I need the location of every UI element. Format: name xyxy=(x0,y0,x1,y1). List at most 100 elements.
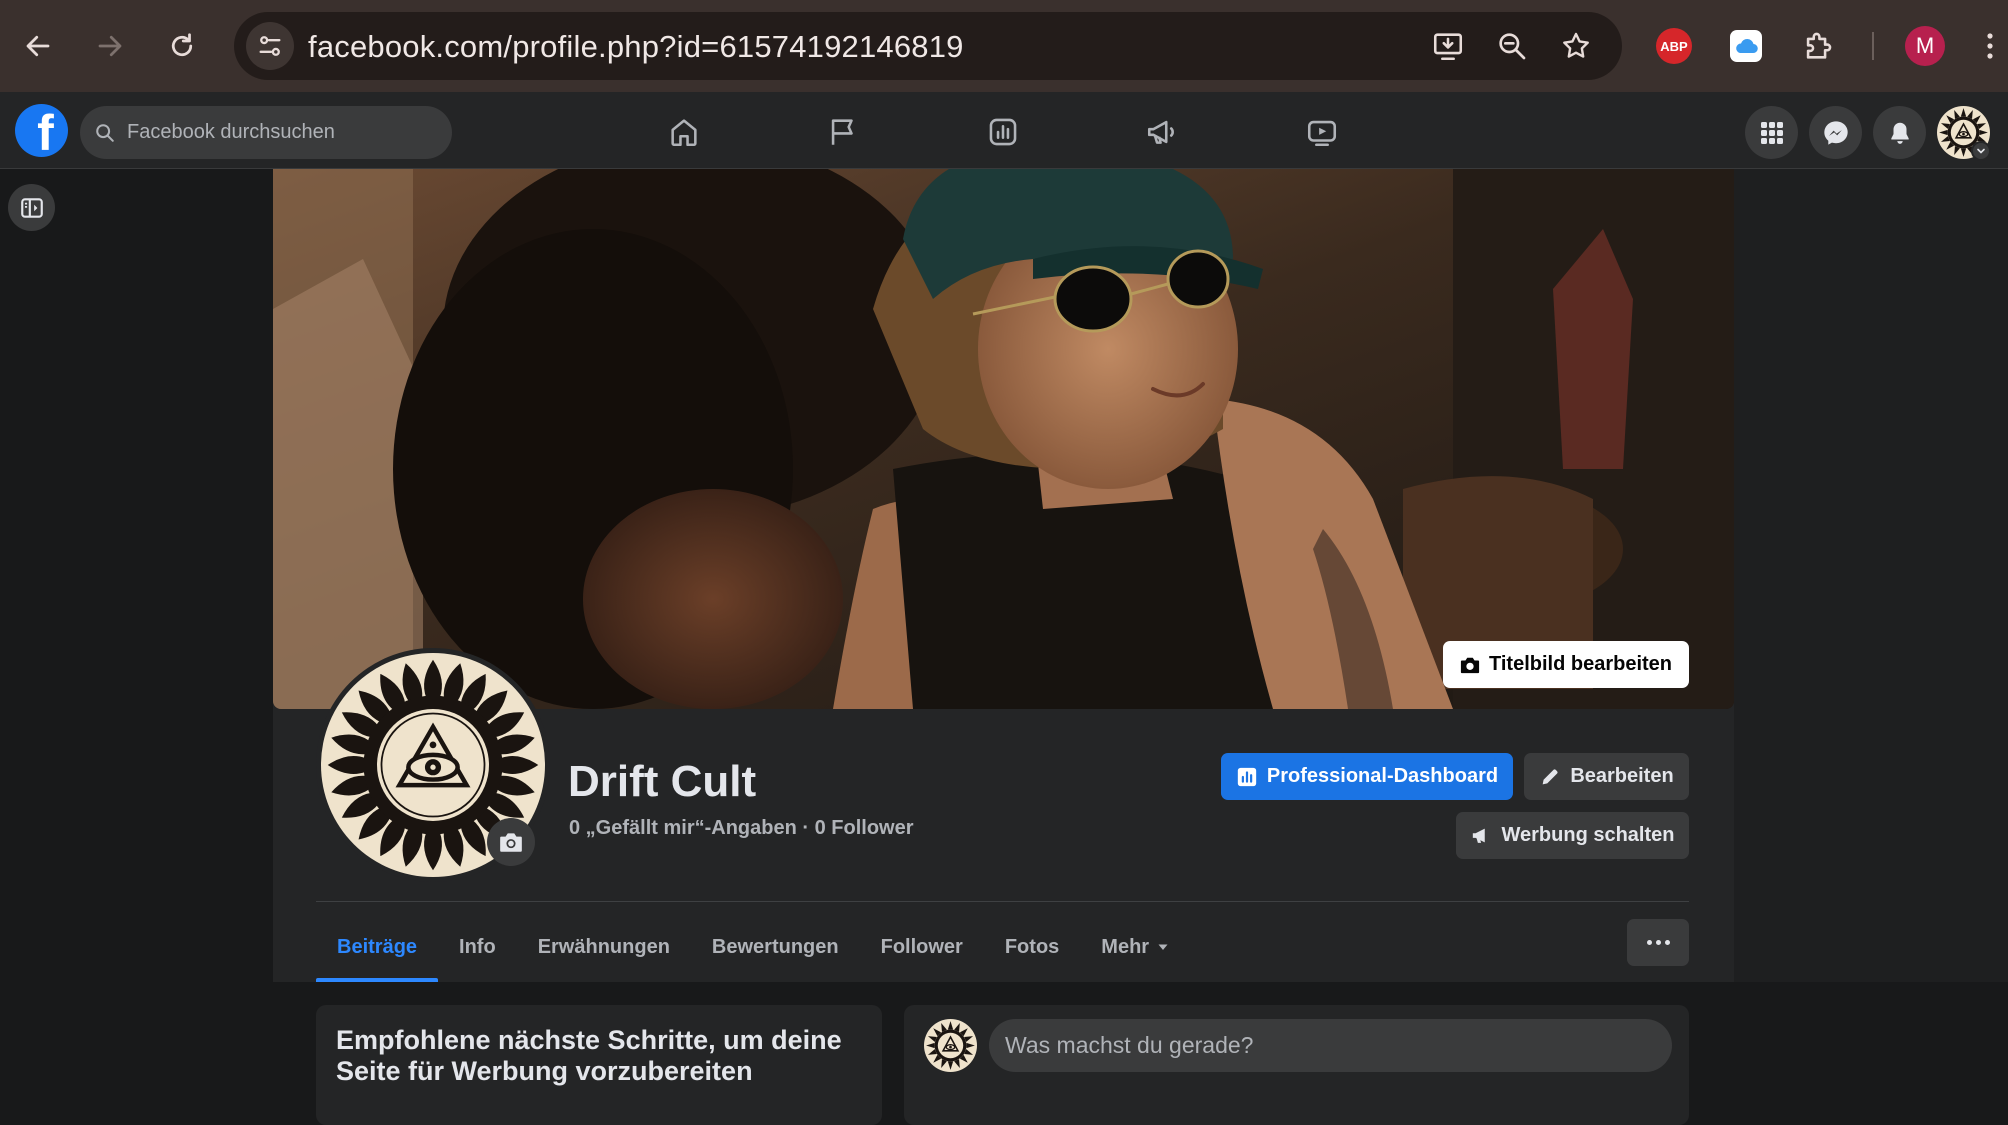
advertise-button[interactable]: Werbung schalten xyxy=(1456,812,1689,859)
bell-icon xyxy=(1890,122,1909,144)
edit-page-label: Bearbeiten xyxy=(1570,765,1674,787)
panel-toggle-icon xyxy=(20,197,43,218)
video-icon xyxy=(1307,120,1337,147)
zoom-out-icon xyxy=(1499,33,1526,60)
professional-dashboard-button[interactable]: Professional-Dashboard xyxy=(1221,753,1513,800)
page-title: Drift Cult xyxy=(568,757,757,806)
tab-more-label: Mehr xyxy=(1101,935,1150,958)
pencil-icon xyxy=(1542,769,1558,784)
kebab-menu-icon xyxy=(1987,33,1993,59)
facebook-header: f Facebook durchsuchen xyxy=(0,92,2008,169)
facebook-logo-letter: f xyxy=(37,105,54,157)
edit-page-button[interactable]: Bearbeiten xyxy=(1524,753,1689,800)
sidebar-toggle-button[interactable] xyxy=(8,184,55,231)
browser-toolbar: facebook.com/profile.php?id=615741921468… xyxy=(0,0,2008,92)
insights-icon xyxy=(1237,767,1257,786)
install-icon xyxy=(1433,33,1463,61)
home-icon xyxy=(671,119,697,147)
profile-initial: M xyxy=(1905,26,1945,66)
camera-icon xyxy=(500,833,522,852)
site-info-button[interactable] xyxy=(246,22,294,70)
insights-icon xyxy=(989,118,1017,146)
messenger-icon xyxy=(1823,120,1848,145)
messenger-button[interactable] xyxy=(1809,106,1862,159)
megaphone-icon xyxy=(1147,120,1174,144)
right-gutter xyxy=(1734,169,2008,982)
back-button[interactable] xyxy=(14,22,62,70)
search-icon xyxy=(96,124,114,142)
install-app-button[interactable] xyxy=(1430,28,1466,64)
forward-arrow-icon xyxy=(98,35,122,57)
cover-photo-image xyxy=(273,169,1734,709)
tab-followers-label: Follower xyxy=(880,935,963,958)
camera-icon xyxy=(1460,657,1480,673)
left-gutter xyxy=(0,169,273,982)
composer-input[interactable]: Was machst du gerade? xyxy=(989,1019,1672,1072)
megaphone-icon xyxy=(1472,828,1485,843)
tab-info[interactable]: Info xyxy=(438,912,517,982)
header-divider xyxy=(316,901,1689,902)
recommended-steps-card: Empfohlene nächste Schritte, um deine Se… xyxy=(316,1005,882,1125)
tab-mentions[interactable]: Erwähnungen xyxy=(517,912,691,982)
edit-cover-label: Titelbild bearbeiten xyxy=(1489,653,1672,675)
puzzle-icon xyxy=(1806,32,1832,59)
tab-reviews[interactable]: Bewertungen xyxy=(691,912,860,982)
adblock-extension[interactable]: ABP xyxy=(1652,24,1696,68)
tab-more[interactable]: Mehr xyxy=(1080,912,1190,982)
address-bar[interactable]: facebook.com/profile.php?id=615741921468… xyxy=(234,12,1622,80)
menu-button[interactable] xyxy=(1745,106,1798,159)
tab-followers[interactable]: Follower xyxy=(860,912,984,982)
chevron-down-icon xyxy=(1977,148,1985,154)
abp-icon: ABP xyxy=(1656,28,1692,64)
nav-video[interactable] xyxy=(1300,110,1344,154)
chrome-profile-button[interactable]: M xyxy=(1903,24,1947,68)
menu-grid-icon xyxy=(1760,121,1783,144)
nav-insights[interactable] xyxy=(981,110,1025,154)
star-icon xyxy=(1563,32,1589,58)
sun-eye-logo-icon xyxy=(926,1021,975,1070)
profile-tabs: Beiträge Info Erwähnungen Bewertungen Fo… xyxy=(316,912,1190,982)
update-profile-picture-button[interactable] xyxy=(487,818,535,866)
composer-placeholder: Was machst du gerade? xyxy=(1005,1032,1254,1058)
chrome-menu-button[interactable] xyxy=(1975,24,2005,68)
post-composer-card: Was machst du gerade? xyxy=(904,1005,1689,1125)
advertise-label: Werbung schalten xyxy=(1501,824,1675,846)
forward-button[interactable] xyxy=(86,22,134,70)
url-text[interactable]: facebook.com/profile.php?id=615741921468… xyxy=(308,29,964,65)
nav-pages[interactable] xyxy=(821,110,865,154)
cover-photo[interactable] xyxy=(273,169,1734,709)
extensions-button[interactable] xyxy=(1796,24,1840,68)
flag-icon xyxy=(831,119,853,145)
toolbar-separator xyxy=(1872,32,1874,60)
page-stats[interactable]: 0 „Gefällt mir“-Angaben · 0 Follower xyxy=(569,817,914,840)
nav-ads[interactable] xyxy=(1140,110,1184,154)
tab-info-label: Info xyxy=(459,935,496,958)
dot xyxy=(1646,940,1652,945)
caret-down-icon xyxy=(1158,944,1168,950)
more-options-button[interactable] xyxy=(1627,919,1689,966)
tune-icon xyxy=(259,36,281,56)
icloud-extension[interactable] xyxy=(1724,24,1768,68)
composer-avatar[interactable] xyxy=(924,1019,977,1072)
tab-photos-label: Fotos xyxy=(1004,935,1060,958)
dot xyxy=(1664,940,1670,945)
search-placeholder: Facebook durchsuchen xyxy=(127,121,335,143)
reload-button[interactable] xyxy=(158,22,206,70)
reload-icon xyxy=(171,33,193,57)
tab-photos[interactable]: Fotos xyxy=(984,912,1080,982)
notifications-button[interactable] xyxy=(1873,106,1926,159)
facebook-search[interactable]: Facebook durchsuchen xyxy=(80,106,452,159)
tab-posts[interactable]: Beiträge xyxy=(316,912,439,982)
back-arrow-icon xyxy=(26,35,50,57)
tab-posts-label: Beiträge xyxy=(337,935,418,958)
edit-cover-button[interactable]: Titelbild bearbeiten xyxy=(1443,641,1689,688)
tab-mentions-label: Erwähnungen xyxy=(537,935,670,958)
facebook-logo[interactable]: f xyxy=(15,104,68,157)
dot xyxy=(1655,940,1661,945)
icloud-icon xyxy=(1730,30,1762,62)
account-menu-chevron[interactable] xyxy=(1971,141,1991,161)
bookmark-button[interactable] xyxy=(1558,28,1594,64)
professional-dashboard-label: Professional-Dashboard xyxy=(1266,765,1499,787)
nav-home[interactable] xyxy=(662,110,706,154)
zoom-button[interactable] xyxy=(1494,28,1530,64)
